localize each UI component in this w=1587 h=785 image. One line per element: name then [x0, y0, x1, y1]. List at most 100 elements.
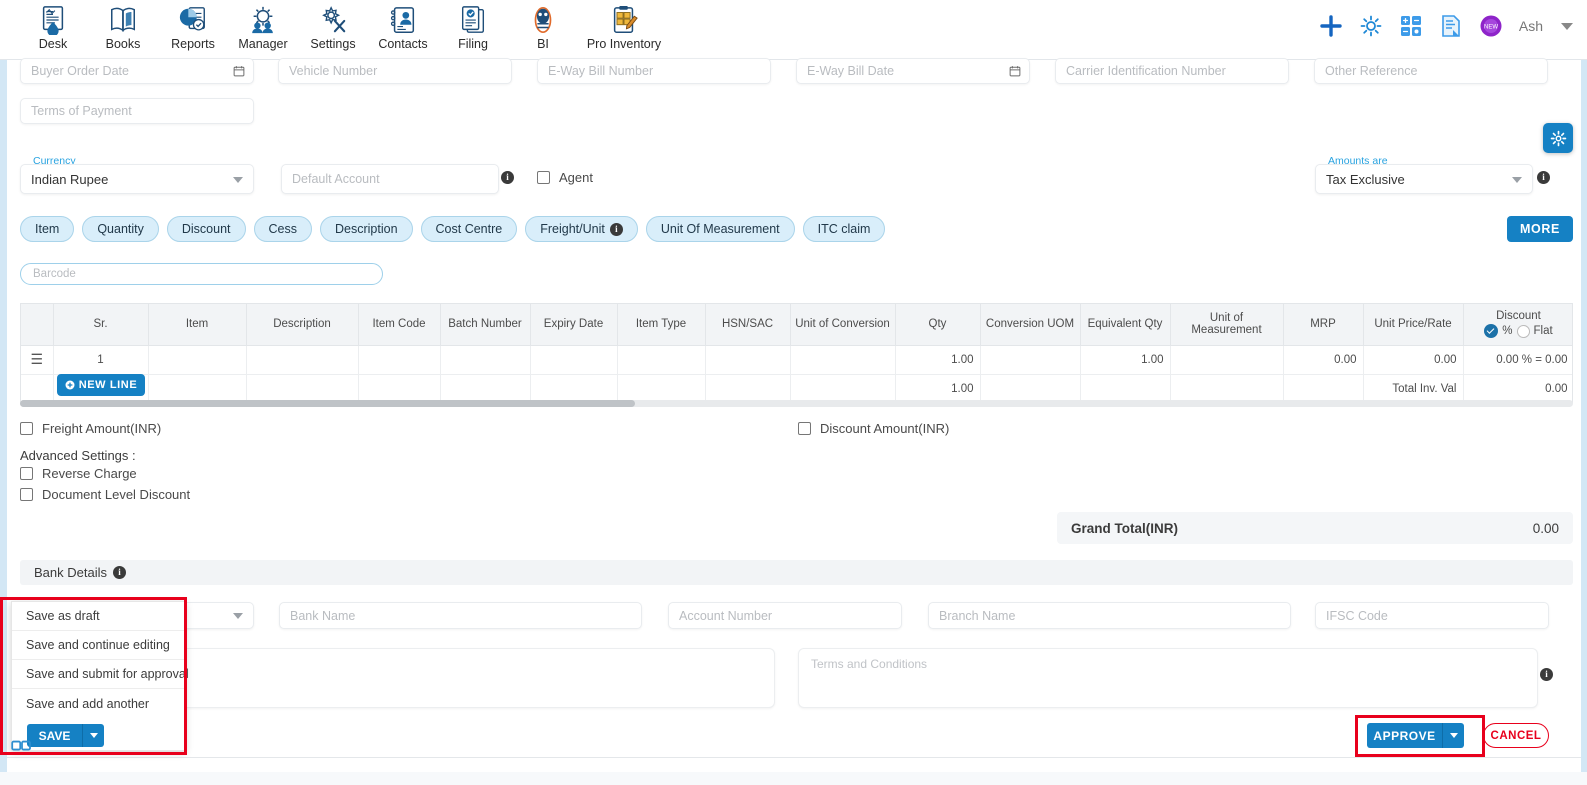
cell-batch-number[interactable] [440, 345, 531, 375]
th-batch-number[interactable]: Batch Number [440, 304, 531, 346]
cell-item-code[interactable] [358, 345, 441, 375]
info-icon[interactable]: i [1540, 668, 1553, 681]
barcode-input[interactable]: Barcode [20, 263, 383, 285]
info-icon[interactable]: i [112, 566, 126, 579]
apps-icon[interactable] [1399, 14, 1423, 38]
document-level-discount-checkbox-row[interactable]: Document Level Discount [20, 487, 190, 502]
gear-icon[interactable] [1359, 14, 1383, 38]
chip-discount[interactable]: Discount [166, 216, 246, 242]
nav-item-filing[interactable]: Filing [438, 3, 508, 51]
chip-cost-centre[interactable]: Cost Centre [420, 216, 518, 242]
nav-item-contacts[interactable]: Contacts [368, 3, 438, 51]
chip-quantity[interactable]: Quantity [82, 216, 159, 242]
menu-item-save-as-draft[interactable]: Save as draft [12, 602, 185, 631]
bank-name-field[interactable]: Bank Name [279, 602, 642, 629]
document-level-discount-checkbox[interactable] [20, 488, 33, 501]
agent-checkbox[interactable] [537, 171, 550, 184]
save-button[interactable]: SAVE [27, 724, 82, 747]
calendar-icon[interactable] [1009, 65, 1021, 77]
cell-expiry-date[interactable] [530, 345, 618, 375]
cell-hsn-sac[interactable] [705, 345, 791, 375]
nav-item-pro-inventory[interactable]: Pro Inventory [578, 3, 670, 51]
scrollbar-thumb[interactable] [20, 400, 635, 407]
new-badge-icon[interactable]: NEW [1479, 14, 1503, 38]
chevron-down-icon[interactable] [1561, 22, 1573, 30]
th-equivalent-qty[interactable]: Equivalent Qty [1080, 304, 1171, 346]
th-item[interactable]: Item [148, 304, 247, 346]
th-qty[interactable]: Qty [895, 304, 981, 346]
cell-mrp[interactable]: 0.00 [1283, 345, 1364, 375]
save-dropdown-toggle[interactable] [82, 724, 104, 747]
chip-item[interactable]: Item [20, 216, 75, 242]
discount-amount-checkbox[interactable] [798, 422, 811, 435]
grid-settings-button[interactable] [1543, 123, 1573, 153]
approve-dropdown-toggle[interactable] [1442, 723, 1464, 748]
chip-description[interactable]: Description [320, 216, 413, 242]
cell-unit-of-measurement[interactable] [1170, 345, 1284, 375]
reverse-charge-checkbox-row[interactable]: Reverse Charge [20, 466, 137, 481]
cell-item-type[interactable] [617, 345, 706, 375]
eway-bill-number-field[interactable]: E-Way Bill Number [537, 58, 771, 84]
chip-freight-unit[interactable]: Freight/Unit i [525, 216, 638, 242]
th-conversion-uom[interactable]: Conversion UOM [980, 304, 1081, 346]
th-expiry-date[interactable]: Expiry Date [530, 304, 618, 346]
menu-item-save-and-submit-for-approval[interactable]: Save and submit for approval [12, 660, 189, 689]
more-button[interactable]: MORE [1507, 216, 1573, 242]
calendar-icon[interactable] [233, 65, 245, 77]
plus-icon[interactable] [1319, 14, 1343, 38]
accessibility-badge-icon[interactable] [11, 738, 33, 754]
nav-item-bi[interactable]: BI [508, 3, 578, 51]
branch-name-field[interactable]: Branch Name [928, 602, 1291, 629]
discount-amount-checkbox-row[interactable]: Discount Amount(INR) [798, 421, 949, 436]
chip-cess[interactable]: Cess [253, 216, 312, 242]
table-horizontal-scrollbar[interactable] [20, 400, 1573, 407]
discount-percent-radio[interactable] [1484, 324, 1499, 339]
cell-equivalent-qty[interactable]: 1.00 [1080, 345, 1171, 375]
th-unit-of-conversion[interactable]: Unit of Conversion [790, 304, 896, 346]
default-account-field[interactable]: Default Account [281, 164, 499, 194]
chip-unit-of-measurement[interactable]: Unit Of Measurement [645, 216, 795, 242]
th-unit-price-rate[interactable]: Unit Price/Rate [1363, 304, 1464, 346]
amounts-are-select[interactable]: Tax Exclusive [1315, 164, 1533, 194]
th-item-code[interactable]: Item Code [358, 304, 441, 346]
cell-qty[interactable]: 1.00 [895, 345, 981, 375]
th-item-type[interactable]: Item Type [617, 304, 706, 346]
menu-item-save-and-continue-editing[interactable]: Save and continue editing [12, 631, 185, 660]
menu-item-save-and-add-another[interactable]: Save and add another [12, 689, 185, 718]
th-hsn-sac[interactable]: HSN/SAC [705, 304, 791, 346]
currency-select[interactable]: Indian Rupee [20, 164, 254, 194]
buyer-order-date-field[interactable]: Buyer Order Date [20, 58, 254, 84]
eway-bill-date-field[interactable]: E-Way Bill Date [796, 58, 1030, 84]
terms-and-conditions-textarea[interactable]: Terms and Conditions [798, 648, 1538, 708]
info-icon[interactable]: i [1537, 171, 1550, 184]
nav-item-reports[interactable]: Reports [158, 3, 228, 51]
th-description[interactable]: Description [246, 304, 359, 346]
cell-unit-of-conversion[interactable] [790, 345, 896, 375]
carrier-identification-number-field[interactable]: Carrier Identification Number [1055, 58, 1289, 84]
table-row[interactable]: ☰ 1 1.00 1.00 0.00 0.00 0.00 % = 0.00 [21, 345, 1572, 375]
cancel-button[interactable]: CANCEL [1483, 723, 1549, 748]
cell-conversion-uom[interactable] [980, 345, 1081, 375]
document-icon[interactable] [1439, 14, 1463, 38]
new-line-button[interactable]: NEW LINE [57, 374, 145, 396]
cell-discount[interactable]: 0.00 % = 0.00 [1463, 345, 1572, 375]
account-number-field[interactable]: Account Number [668, 602, 902, 629]
nav-item-books[interactable]: Books [88, 3, 158, 51]
terms-of-payment-field[interactable]: Terms of Payment [20, 98, 254, 124]
ifsc-code-field[interactable]: IFSC Code [1315, 602, 1549, 629]
reverse-charge-checkbox[interactable] [20, 467, 33, 480]
th-mrp[interactable]: MRP [1283, 304, 1364, 346]
th-unit-of-measurement[interactable]: Unit of Measurement [1170, 304, 1284, 346]
approve-button[interactable]: APPROVE [1367, 723, 1442, 748]
th-sr[interactable]: Sr. [53, 304, 149, 346]
cell-item[interactable] [148, 345, 247, 375]
freight-amount-checkbox-row[interactable]: Freight Amount(INR) [20, 421, 161, 436]
agent-checkbox-row[interactable]: Agent [537, 170, 593, 185]
cell-description[interactable] [246, 345, 359, 375]
info-icon[interactable]: i [609, 222, 623, 236]
freight-amount-checkbox[interactable] [20, 422, 33, 435]
info-icon[interactable]: i [501, 171, 514, 184]
other-reference-field[interactable]: Other Reference [1314, 58, 1548, 84]
vehicle-number-field[interactable]: Vehicle Number [278, 58, 512, 84]
chip-itc-claim[interactable]: ITC claim [802, 216, 886, 242]
